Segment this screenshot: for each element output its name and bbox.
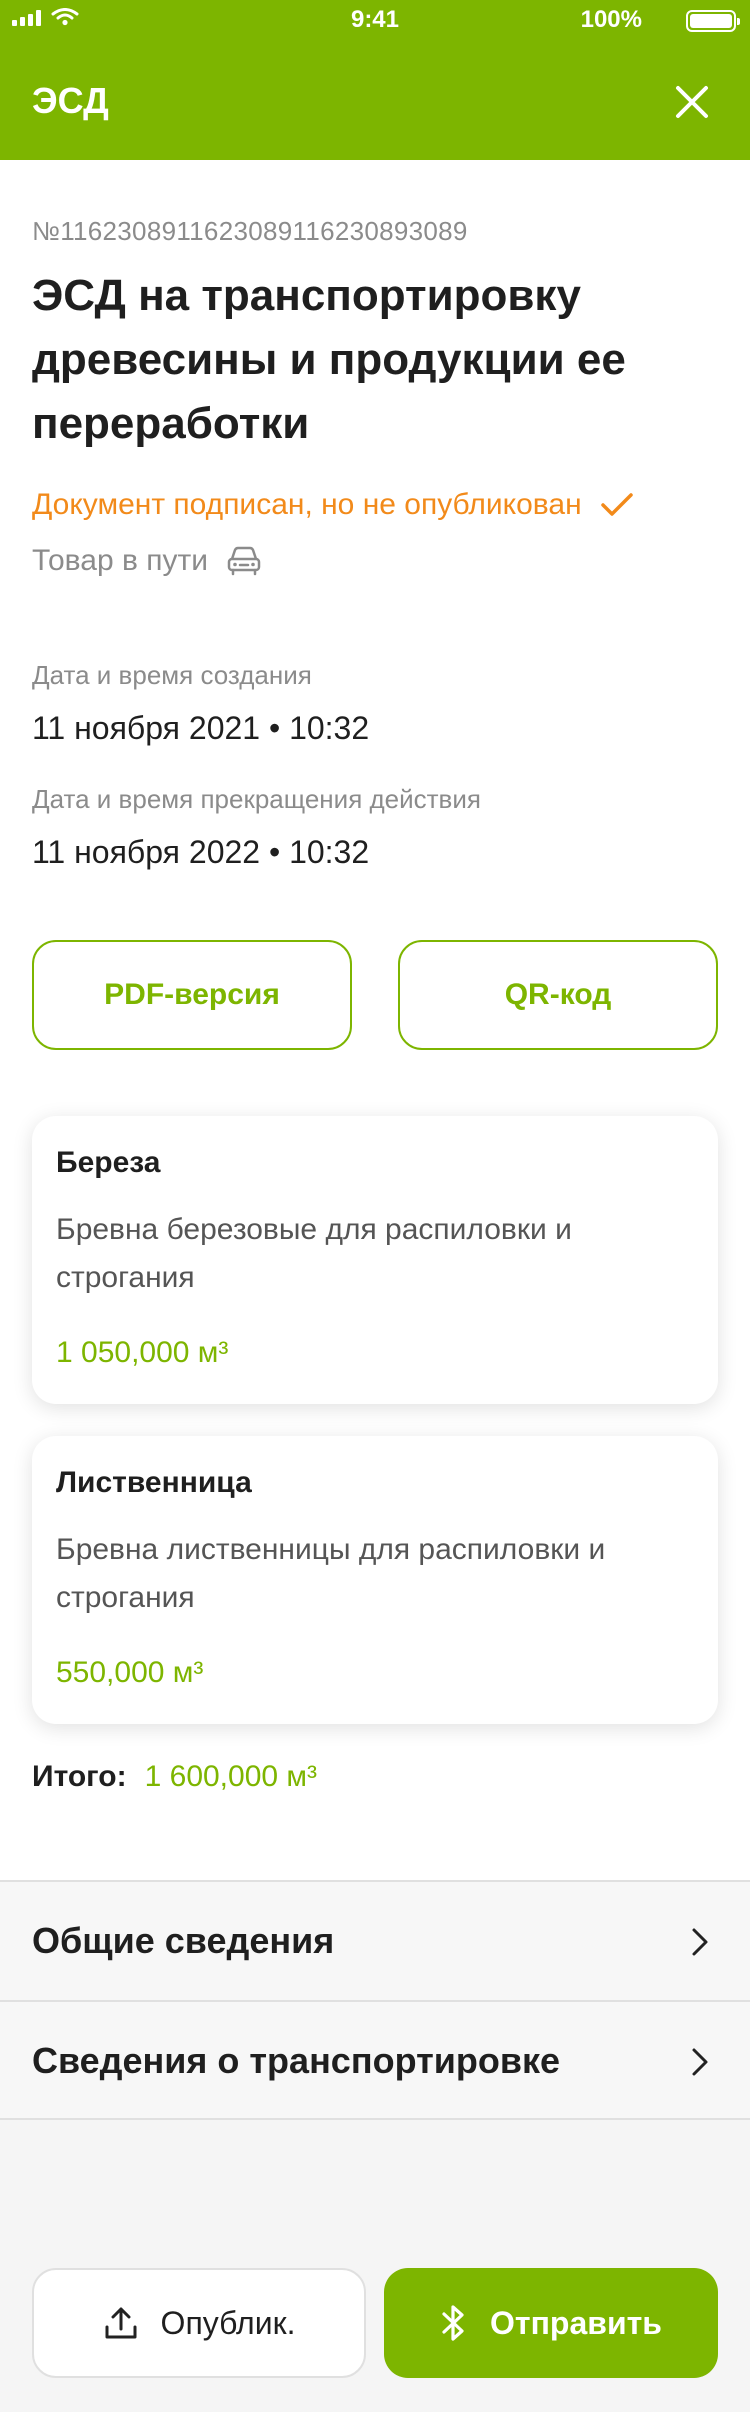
section-label: Общие сведения (32, 1920, 335, 1961)
total-value: 1 600,000 м³ (144, 1760, 318, 1793)
document-details: №11623089116230891162308930​89 ЭСД на тр… (0, 160, 750, 1880)
section-general-info[interactable]: Общие сведения (0, 1880, 750, 2000)
qr-code-button[interactable]: QR-код (398, 940, 718, 1050)
expires-value: 11 ноября 2022 • 10:32 (32, 834, 370, 870)
item-description: Бревна лиственницы для распиловки и стро… (56, 1533, 606, 1614)
publish-label: Опублик. (160, 2304, 296, 2341)
battery-percent: 100% (580, 6, 642, 33)
item-card: Береза Бревна березовые для распиловки и… (32, 1116, 718, 1404)
bluetooth-icon (442, 2305, 464, 2341)
item-amount: 550,000 м³ (56, 1656, 204, 1689)
send-label: Отправить (490, 2304, 662, 2341)
upload-icon (105, 2307, 137, 2339)
status-signed: Документ подписан, но не опубликован (32, 488, 634, 522)
status-transit: Товар в пути (32, 544, 262, 578)
total-label: Итого: (32, 1760, 127, 1793)
status-signed-label: Документ подписан, но не опубликован (32, 488, 582, 521)
created-label: Дата и время создания (32, 660, 312, 690)
status-bar: 9:41 100% (0, 0, 750, 40)
document-title: ЭСД на транспортировку древесины и проду… (32, 271, 626, 448)
item-card: Лиственница Бревна лиственницы для распи… (32, 1436, 718, 1724)
check-icon (600, 493, 633, 516)
page-title: ЭСД (32, 80, 109, 121)
top-bar: 9:41 100% ЭСД (0, 0, 750, 160)
car-icon (227, 546, 261, 576)
send-button[interactable]: Отправить (384, 2268, 718, 2378)
battery-icon (686, 10, 740, 32)
section-transport-info[interactable]: Сведения о транспортировке (0, 2000, 750, 2120)
item-title: Лиственница (56, 1466, 252, 1499)
document-number: №11623089116230891162308930​89 (32, 216, 468, 246)
close-icon[interactable] (674, 84, 710, 120)
status-transit-label: Товар в пути (32, 544, 208, 577)
publish-button[interactable]: Опублик. (32, 2268, 366, 2378)
expires-label: Дата и время прекращения действия (32, 784, 481, 814)
item-description: Бревна березовые для распиловки и строга… (56, 1213, 572, 1294)
chevron-right-icon (692, 2048, 708, 2076)
section-label: Сведения о транспортировке (32, 2040, 560, 2081)
created-value: 11 ноября 2021 • 10:32 (32, 710, 370, 746)
chevron-right-icon (692, 1928, 708, 1956)
total: Итого: 1 600,000 м³ (32, 1760, 317, 1794)
item-title: Береза (56, 1146, 161, 1179)
pdf-version-button[interactable]: PDF-версия (32, 940, 352, 1050)
item-amount: 1 050,000 м³ (56, 1336, 229, 1369)
